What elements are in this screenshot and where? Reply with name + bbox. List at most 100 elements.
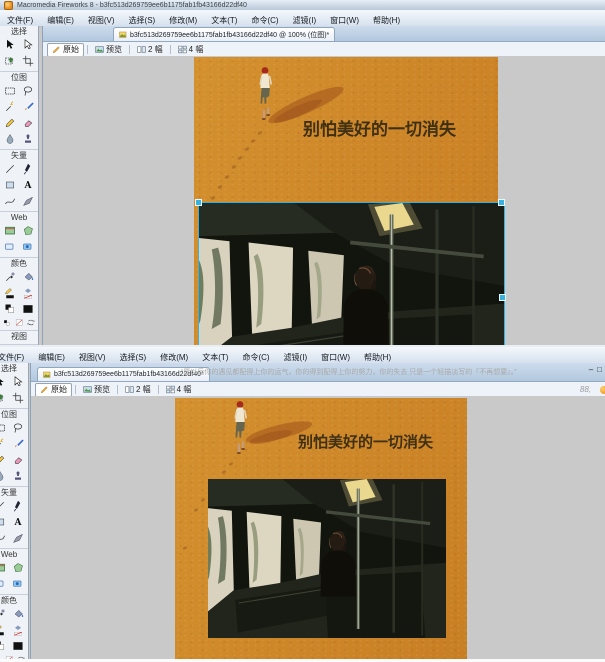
selection-handle-top-right[interactable] — [498, 199, 505, 206]
show-hotspots-tool-button[interactable] — [11, 577, 26, 591]
blur-tool-button[interactable] — [0, 469, 8, 483]
stroke-color-tool-button[interactable] — [0, 623, 8, 637]
magic-wand-tool-button[interactable] — [3, 100, 18, 114]
paint-bucket-tool-button[interactable] — [21, 270, 36, 284]
canvas-headline-text[interactable]: 别怕美好的一切消失 — [298, 431, 433, 452]
pen-tool-button[interactable] — [21, 162, 36, 176]
swatch-tool-button[interactable] — [21, 302, 36, 316]
eyedropper-tool-button[interactable] — [0, 607, 8, 621]
polygon-slice-tool-button[interactable] — [11, 561, 26, 575]
knife-tool-button[interactable] — [11, 531, 26, 545]
knife-tool-button[interactable] — [21, 194, 36, 208]
hide-hotspots-tool-button[interactable] — [0, 577, 8, 591]
export-area-tool-button[interactable] — [3, 54, 18, 68]
paint-bucket-tool-button[interactable] — [11, 607, 26, 621]
pen-tool-button[interactable] — [11, 499, 26, 513]
menu-item-0[interactable]: 文件(F) — [0, 350, 31, 363]
lasso-tool-button[interactable] — [11, 421, 26, 435]
freeform-tool-button[interactable] — [0, 531, 8, 545]
menu-item-1[interactable]: 编辑(E) — [31, 350, 72, 363]
crop-tool-button[interactable] — [11, 391, 26, 405]
view-tab-2[interactable]: 2 幅 — [133, 44, 167, 56]
title-bar[interactable]: Macromedia Fireworks 8 - b3fc513d269759e… — [0, 0, 605, 10]
text-tool-button[interactable]: A — [21, 178, 36, 192]
train-photo-object-selected[interactable] — [198, 202, 505, 345]
menu-item-7[interactable]: 滤镜(I) — [277, 350, 315, 363]
marquee-tool-button[interactable] — [3, 84, 18, 98]
pencil-tool-button[interactable] — [0, 453, 8, 467]
crop-tool-button[interactable] — [21, 54, 36, 68]
view-tab-1[interactable]: 预览 — [79, 384, 114, 396]
brush-tool-button[interactable] — [21, 100, 36, 114]
fill-color-tool-button[interactable] — [11, 623, 26, 637]
menu-item-6[interactable]: 命令(C) — [244, 13, 285, 26]
swatch-tool-button[interactable] — [11, 639, 26, 653]
menu-item-1[interactable]: 编辑(E) — [40, 13, 81, 26]
menu-item-5[interactable]: 文本(T) — [195, 350, 235, 363]
no-color-tool-button[interactable] — [14, 318, 25, 328]
blur-tool-button[interactable] — [3, 132, 18, 146]
stamp-tool-button[interactable] — [11, 469, 26, 483]
view-tab-0[interactable]: 原始 — [35, 382, 72, 397]
freeform-tool-button[interactable] — [3, 194, 18, 208]
selection-handle-top-left[interactable] — [195, 199, 202, 206]
menu-item-8[interactable]: 窗口(W) — [323, 13, 366, 26]
menu-item-0[interactable]: 文件(F) — [0, 13, 40, 26]
hide-hotspots-tool-button[interactable] — [3, 240, 18, 254]
text-tool-button[interactable]: A — [11, 515, 26, 529]
menu-item-9[interactable]: 帮助(H) — [357, 350, 398, 363]
swap-colors-tool-button[interactable] — [26, 318, 37, 328]
magic-wand-tool-button[interactable] — [0, 437, 8, 451]
menu-item-9[interactable]: 帮助(H) — [366, 13, 407, 26]
show-hotspots-tool-button[interactable] — [21, 240, 36, 254]
menu-item-7[interactable]: 滤镜(I) — [286, 13, 324, 26]
fill-color-tool-button[interactable] — [21, 286, 36, 300]
document-canvas[interactable]: 别怕美好的一切消失 — [175, 398, 467, 659]
menu-item-8[interactable]: 窗口(W) — [314, 350, 357, 363]
stamp-tool-button[interactable] — [21, 132, 36, 146]
canvas-workspace[interactable]: 别怕美好的一切消失 — [31, 396, 605, 662]
polygon-slice-tool-button[interactable] — [21, 224, 36, 238]
view-tab-1[interactable]: 预览 — [91, 44, 126, 56]
marquee-tool-button[interactable] — [0, 421, 8, 435]
eyedropper-tool-button[interactable] — [3, 270, 18, 284]
stroke-color-tool-button[interactable] — [3, 286, 18, 300]
document-tab[interactable]: b3fc513d269759ee6b1175fab1fb43166d22df40… — [113, 27, 336, 41]
minimize-button[interactable]: – — [589, 365, 593, 375]
export-area-tool-button[interactable] — [0, 391, 8, 405]
view-tab-3[interactable]: 4 幅 — [174, 44, 208, 56]
view-tab-3[interactable]: 4 幅 — [162, 384, 196, 396]
view-tab-2[interactable]: 2 幅 — [121, 384, 155, 396]
pencil-tool-button[interactable] — [3, 116, 18, 130]
menu-item-5[interactable]: 文本(T) — [204, 13, 244, 26]
brush-tool-button[interactable] — [11, 437, 26, 451]
subselect-tool-button[interactable] — [11, 375, 26, 389]
pointer-tool-button[interactable] — [3, 38, 18, 52]
maximize-button[interactable]: □ — [597, 365, 602, 375]
menu-item-6[interactable]: 命令(C) — [235, 350, 276, 363]
rectangle-tool-button[interactable] — [3, 178, 18, 192]
canvas-headline-text[interactable]: 别怕美好的一切消失 — [303, 115, 456, 140]
default-colors-tool-button[interactable] — [0, 639, 8, 653]
eraser-tool-button[interactable] — [11, 453, 26, 467]
slice-tool-button[interactable] — [3, 224, 18, 238]
view-tab-0[interactable]: 原始 — [47, 42, 84, 57]
eraser-tool-button[interactable] — [21, 116, 36, 130]
menu-item-3[interactable]: 选择(S) — [113, 350, 154, 363]
selection-handle-right[interactable] — [499, 294, 506, 301]
menu-item-2[interactable]: 视图(V) — [72, 350, 113, 363]
line-tool-button[interactable] — [3, 162, 18, 176]
mini-swatches-tool-button[interactable] — [2, 318, 13, 328]
menu-item-4[interactable]: 修改(M) — [162, 13, 204, 26]
subselect-tool-button[interactable] — [21, 38, 36, 52]
rectangle-tool-button[interactable] — [0, 515, 8, 529]
line-tool-button[interactable] — [0, 499, 8, 513]
menu-item-3[interactable]: 选择(S) — [122, 13, 163, 26]
pointer-tool-button[interactable] — [0, 375, 8, 389]
train-photo-object[interactable] — [208, 479, 446, 638]
slice-tool-button[interactable] — [0, 561, 8, 575]
default-colors-tool-button[interactable] — [3, 302, 18, 316]
lasso-tool-button[interactable] — [21, 84, 36, 98]
menu-item-4[interactable]: 修改(M) — [153, 350, 195, 363]
canvas-workspace[interactable]: 别怕美好的一切消失 — [43, 56, 605, 345]
